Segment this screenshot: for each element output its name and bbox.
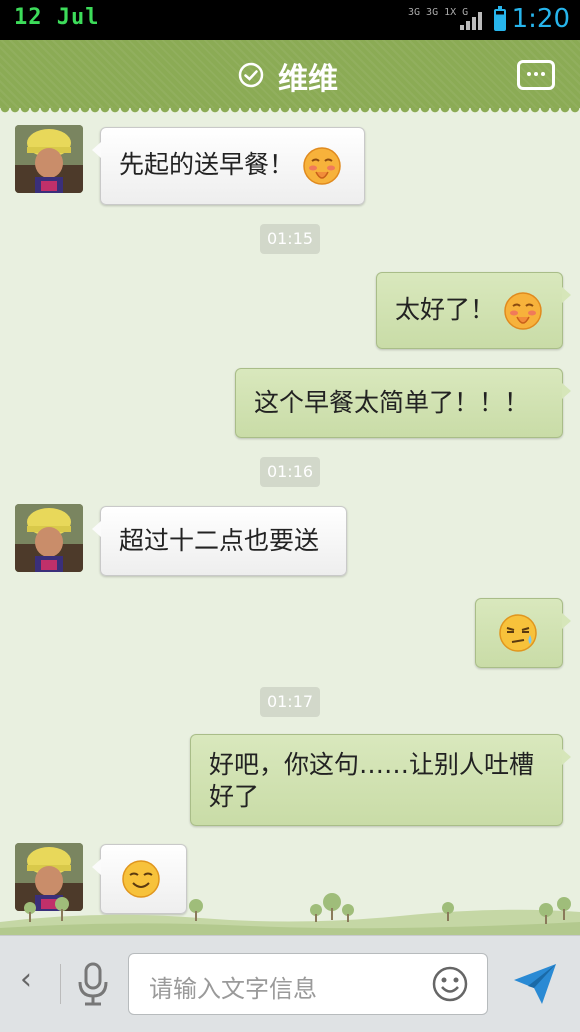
microphone-icon[interactable] bbox=[76, 960, 110, 1008]
blush-emoji bbox=[303, 147, 341, 185]
message-text: 好了 bbox=[209, 782, 260, 811]
status-bar: 12 Jul 3G 3G 1X G 1:20 bbox=[0, 0, 580, 40]
chat-header: 维维 bbox=[0, 40, 580, 114]
battery-icon bbox=[494, 6, 506, 31]
sweat-emoji bbox=[499, 614, 537, 652]
message-list[interactable]: 先起的送早餐！ 01:15 太好了！ 这个早餐太简单了！！！ 01:16 超过十… bbox=[0, 114, 580, 934]
chevron-left-icon[interactable]: ‹ bbox=[20, 962, 32, 997]
avatar[interactable] bbox=[15, 125, 83, 193]
message-bubble-outgoing[interactable]: 太好了！ bbox=[376, 272, 571, 349]
timestamp: 01:17 bbox=[260, 687, 320, 717]
blush-emoji bbox=[504, 292, 542, 330]
avatar[interactable] bbox=[15, 504, 83, 572]
timestamp: 01:15 bbox=[260, 224, 320, 254]
send-icon[interactable] bbox=[512, 962, 558, 1006]
more-dots-icon[interactable] bbox=[517, 60, 555, 90]
landscape-decoration bbox=[0, 893, 580, 935]
message-bubble-outgoing[interactable]: 好吧，你这句……让别人吐槽 好了 bbox=[190, 734, 571, 826]
status-time: 1:20 bbox=[511, 4, 570, 34]
chat-title: 维维 bbox=[278, 62, 338, 97]
input-bar: ‹ 请输入文字信息 bbox=[0, 935, 580, 1032]
message-text: 超过十二点也要送 bbox=[119, 526, 320, 555]
status-date: 12 Jul bbox=[14, 5, 100, 30]
message-bubble-incoming[interactable]: 先起的送早餐！ bbox=[92, 127, 365, 205]
message-bubble-outgoing[interactable] bbox=[475, 598, 571, 668]
message-text: 先起的送早餐！ bbox=[119, 150, 295, 179]
timestamp: 01:16 bbox=[260, 457, 320, 487]
smiley-icon[interactable] bbox=[431, 965, 469, 1003]
message-text: 太好了！ bbox=[395, 295, 496, 324]
message-text: 这个早餐太简单了！！！ bbox=[254, 388, 530, 417]
signal-icon bbox=[460, 12, 482, 30]
divider bbox=[60, 964, 61, 1004]
message-bubble-incoming[interactable]: 超过十二点也要送 bbox=[92, 506, 347, 576]
check-circle-icon bbox=[238, 62, 264, 88]
message-input[interactable]: 请输入文字信息 bbox=[128, 953, 488, 1015]
message-text: 好吧，你这句……让别人吐槽 bbox=[209, 750, 535, 779]
input-placeholder: 请输入文字信息 bbox=[149, 975, 317, 1003]
message-bubble-outgoing[interactable]: 这个早餐太简单了！！！ bbox=[235, 368, 571, 438]
